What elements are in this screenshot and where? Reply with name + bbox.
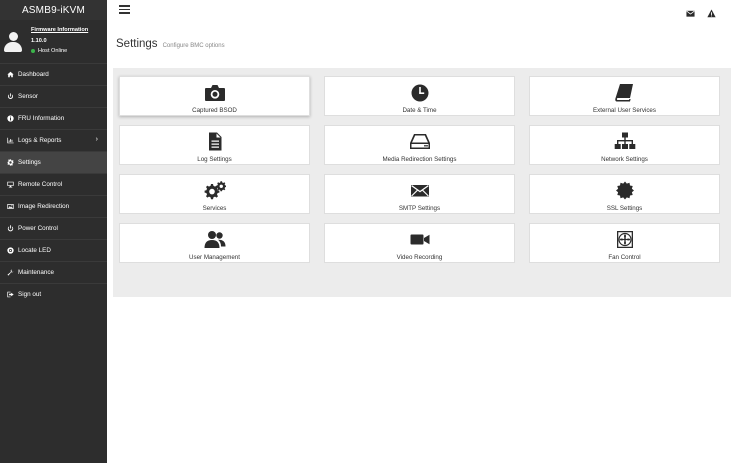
gears-icon <box>204 181 226 200</box>
sidebar-item-sign-out[interactable]: Sign out <box>0 283 107 305</box>
tile-label: Network Settings <box>601 156 648 163</box>
firmware-version: 1.10.0 <box>31 38 47 44</box>
locate-icon <box>6 247 14 255</box>
tile-label: Media Redirection Settings <box>382 156 457 163</box>
host-status-label: Host Online <box>38 48 68 54</box>
clock-icon <box>409 83 431 102</box>
tile-date-time[interactable]: Date & Time <box>324 76 515 116</box>
tile-network-settings[interactable]: Network Settings <box>529 125 720 165</box>
book-icon <box>614 83 636 102</box>
tile-services[interactable]: Services <box>119 174 310 214</box>
document-icon <box>204 132 226 151</box>
sidebar-item-label: Remote Control <box>18 181 63 188</box>
sensor-icon <box>6 93 14 101</box>
topbar <box>107 0 731 20</box>
firmware-info-link[interactable]: Firmware Information <box>31 26 107 34</box>
sitemap-icon <box>614 132 636 151</box>
sidebar-item-label: Power Control <box>18 225 58 232</box>
avatar <box>4 32 22 54</box>
wrench-icon <box>6 269 14 277</box>
sidebar-item-locate-led[interactable]: Locate LED <box>0 239 107 261</box>
sidebar-item-settings[interactable]: Settings <box>0 151 107 173</box>
brand-title: ASMB9-iKVM <box>0 0 107 20</box>
chevron-right-icon: › <box>95 136 98 143</box>
camera-icon <box>204 83 226 102</box>
profile-panel: Firmware Information 1.10.0 Host Online <box>0 20 107 63</box>
tile-captured-bsod[interactable]: Captured BSOD <box>119 76 310 116</box>
users-icon <box>204 230 226 249</box>
tile-external-user-services[interactable]: External User Services <box>529 76 720 116</box>
tile-label: Log Settings <box>197 156 232 163</box>
sidebar-item-logs-reports[interactable]: Logs & Reports › <box>0 129 107 151</box>
tile-log-settings[interactable]: Log Settings <box>119 125 310 165</box>
tile-label: Captured BSOD <box>192 107 237 114</box>
warning-icon[interactable] <box>707 5 716 18</box>
app: ASMB9-iKVM Firmware Information 1.10.0 H… <box>0 0 731 463</box>
sidebar-item-remote-control[interactable]: Remote Control <box>0 173 107 195</box>
envelope-icon <box>409 181 431 200</box>
page-header: Settings Configure BMC options <box>116 38 225 50</box>
page-title: Settings <box>116 38 158 50</box>
tile-fan-control[interactable]: Fan Control <box>529 223 720 263</box>
status-dot-icon <box>31 49 35 53</box>
sidebar-item-fru-information[interactable]: FRU Information <box>0 107 107 129</box>
sidebar-item-label: Logs & Reports <box>18 137 62 144</box>
sidebar-item-label: Locate LED <box>18 247 51 254</box>
tile-label: User Management <box>189 254 240 261</box>
tile-label: Date & Time <box>402 107 437 114</box>
tile-video-recording[interactable]: Video Recording <box>324 223 515 263</box>
tile-media-redirection-settings[interactable]: Media Redirection Settings <box>324 125 515 165</box>
info-icon <box>6 115 14 123</box>
main-content: Settings Configure BMC options Captured … <box>107 20 731 463</box>
sidebar-item-label: Maintenance <box>18 269 55 276</box>
tile-label: External User Services <box>593 107 656 114</box>
chart-icon <box>6 137 14 145</box>
tile-label: SMTP Settings <box>398 205 441 212</box>
sidebar-item-sensor[interactable]: Sensor <box>0 85 107 107</box>
monitor-icon <box>6 181 14 189</box>
dashboard-icon <box>6 71 14 79</box>
tile-smtp-settings[interactable]: SMTP Settings <box>324 174 515 214</box>
image-icon <box>6 203 14 211</box>
sidebar-item-label: Sensor <box>18 93 38 100</box>
sidebar: ASMB9-iKVM Firmware Information 1.10.0 H… <box>0 0 107 463</box>
mail-icon[interactable] <box>686 5 695 17</box>
hdd-icon <box>409 132 431 151</box>
sidebar-item-label: Sign out <box>18 291 42 298</box>
sidebar-item-image-redirection[interactable]: Image Redirection <box>0 195 107 217</box>
page-subtitle: Configure BMC options <box>162 43 225 49</box>
sidebar-item-maintenance[interactable]: Maintenance <box>0 261 107 283</box>
settings-panel: Captured BSOD Date & Time External User … <box>113 68 731 297</box>
tile-label: SSL Settings <box>606 205 643 212</box>
sidebar-nav: Dashboard Sensor FRU Information Logs & … <box>0 63 107 305</box>
sign-out-icon <box>6 291 14 299</box>
tile-label: Services <box>202 205 227 212</box>
sidebar-item-label: Dashboard <box>18 71 49 78</box>
menu-icon[interactable] <box>119 5 130 14</box>
gear-icon <box>6 159 14 167</box>
tile-user-management[interactable]: User Management <box>119 223 310 263</box>
tile-label: Video Recording <box>396 254 443 261</box>
sidebar-item-label: Image Redirection <box>18 203 70 210</box>
fan-icon <box>614 230 636 249</box>
tile-ssl-settings[interactable]: SSL Settings <box>529 174 720 214</box>
video-camera-icon <box>409 230 431 249</box>
sidebar-item-dashboard[interactable]: Dashboard <box>0 63 107 85</box>
certificate-icon <box>614 181 636 200</box>
host-status: Host Online <box>31 47 107 55</box>
sidebar-item-label: FRU Information <box>18 115 65 122</box>
sidebar-item-label: Settings <box>18 159 41 166</box>
power-icon <box>6 225 14 233</box>
sidebar-item-power-control[interactable]: Power Control <box>0 217 107 239</box>
tile-label: Fan Control <box>608 254 641 261</box>
